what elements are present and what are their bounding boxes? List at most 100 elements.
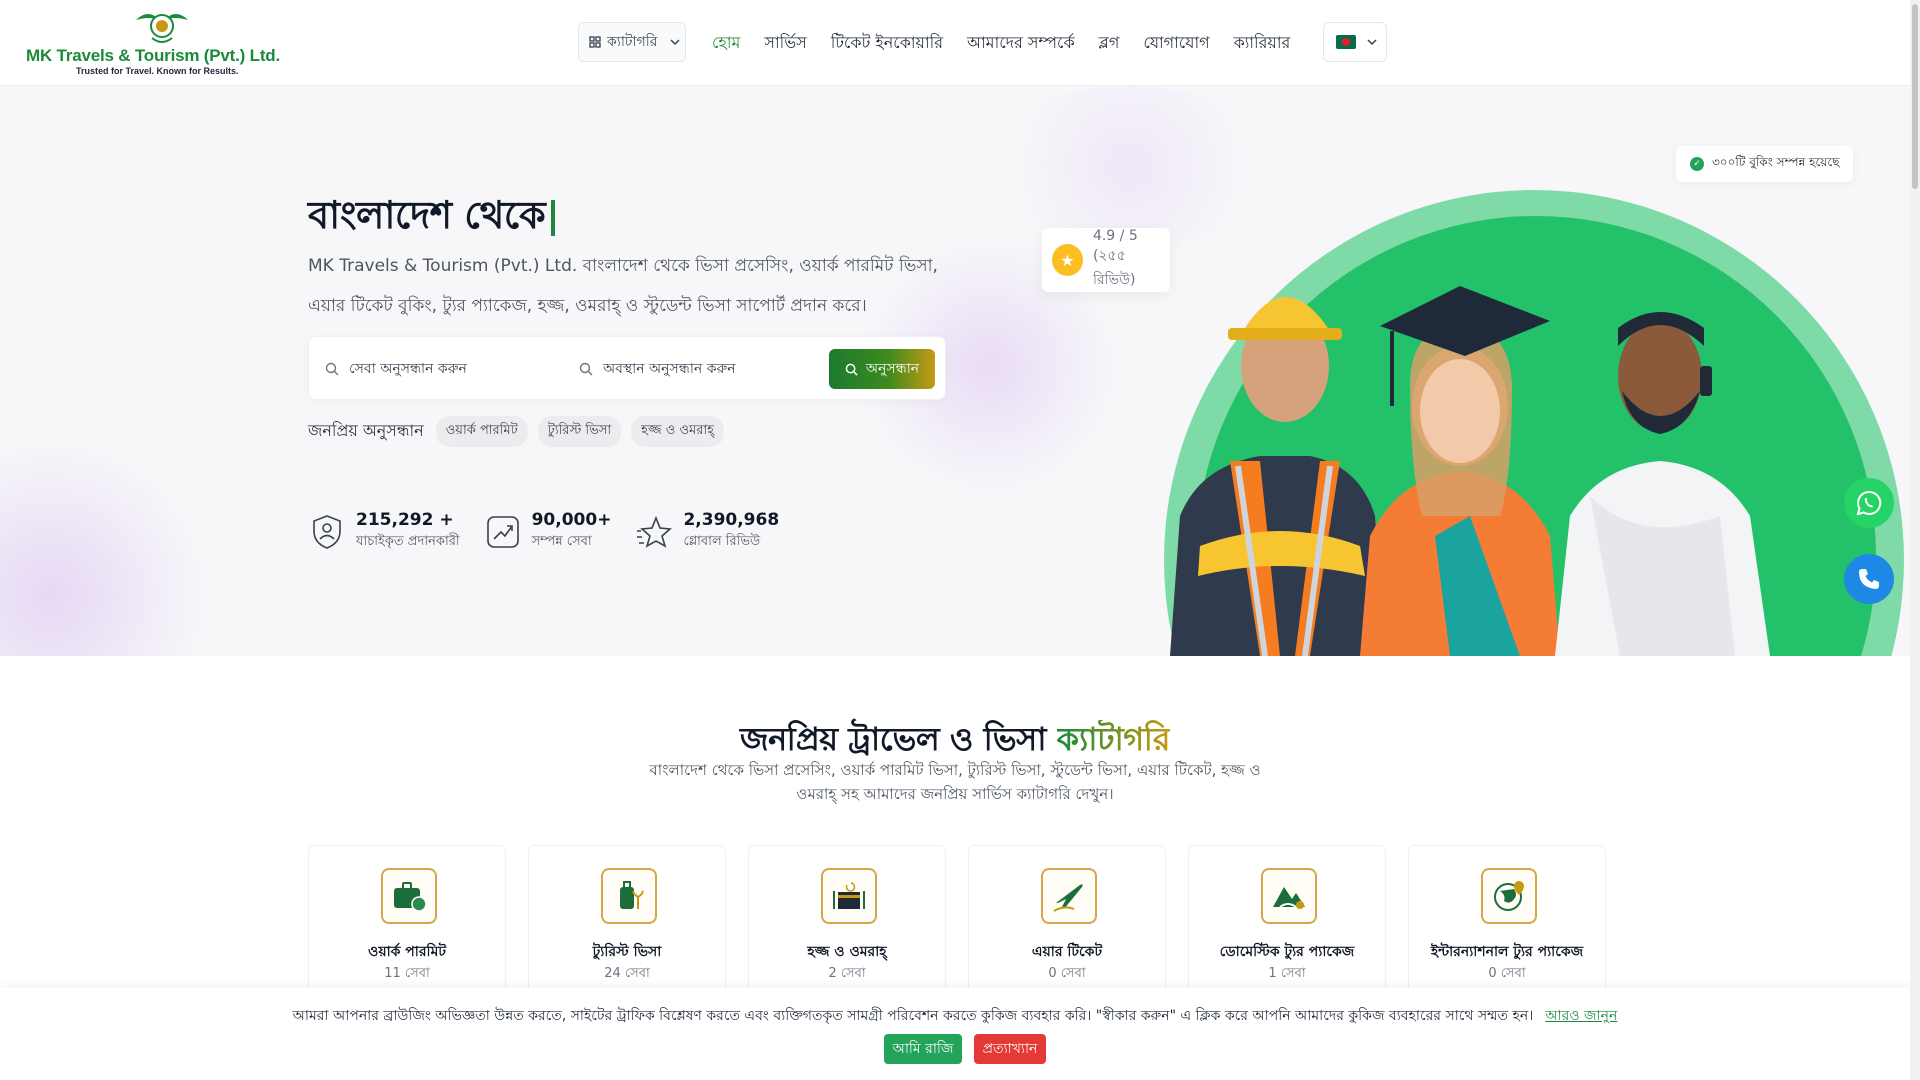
location-search-field[interactable]: অবস্থান অনুসন্ধান করুন	[579, 357, 736, 381]
nav-about[interactable]: আমাদের সম্পর্কে	[967, 30, 1075, 57]
search-bar: সেবা অনুসন্ধান করুন অবস্থান অনুসন্ধান কর…	[308, 336, 946, 400]
stat-value: 90,000+	[531, 510, 612, 530]
cookie-banner: আমরা আপনার ব্রাউজিং অভিজ্ঞতা উন্নত করতে,…	[0, 988, 1910, 1080]
nav-ticket-inquiry[interactable]: টিকেট ইনকোয়ারি	[831, 30, 943, 57]
scrollbar-thumb[interactable]	[1912, 4, 1918, 189]
growth-chart-icon	[486, 515, 519, 548]
whatsapp-float-button[interactable]	[1844, 478, 1894, 528]
luggage-palm-icon	[601, 868, 657, 924]
category-card-air-ticket[interactable]: এয়ার টিকেট 0 সেবা	[968, 845, 1166, 1005]
phone-icon	[1859, 569, 1879, 589]
globe-pin-icon	[1481, 868, 1537, 924]
category-dropdown-button[interactable]: ক্যাটাগরি	[578, 22, 686, 62]
category-name: এয়ার টিকেট	[1031, 944, 1103, 960]
briefcase-globe-icon	[381, 868, 437, 924]
kaaba-icon	[821, 868, 877, 924]
location-search-placeholder: অবস্থান অনুসন্ধান করুন	[603, 361, 736, 377]
bookings-badge-text: ৩০০টি বুকিং সম্পন্ন হয়েছে	[1712, 155, 1840, 169]
site-logo[interactable]: MK Travels & Tourism (Pvt.) Ltd. Trusted…	[26, 6, 306, 78]
hero-title: বাংলাদেশ থেকে	[308, 186, 556, 250]
category-count: 2 সেবা	[828, 966, 866, 981]
grid-icon	[589, 36, 601, 48]
chevron-down-icon	[670, 39, 681, 46]
check-icon: ✓	[1690, 157, 1704, 171]
stat-caption: গ্লোবাল রিভিউ	[683, 534, 761, 549]
decor-blob	[0, 446, 220, 656]
stat-caption: যাচাইকৃত প্রদানকারী	[356, 534, 460, 549]
nav-home[interactable]: হোম	[712, 30, 740, 57]
hero-people-illustration	[1170, 286, 1770, 656]
category-count: 1 সেবা	[1268, 966, 1306, 981]
category-cards: ওয়ার্ক পারমিট 11 সেবা ট্যুরিস্ট ভিসা 24…	[308, 845, 1606, 1005]
stat-caption: সম্পন্ন সেবা	[531, 534, 592, 549]
service-search-field[interactable]: সেবা অনুসন্ধান করুন	[325, 357, 467, 381]
stat-services: 90,000+ সম্পন্ন সেবা	[484, 510, 612, 553]
category-name: ইন্টারন্যাশনাল ট্যুর প্যাকেজ	[1430, 944, 1584, 960]
bookings-badge: ✓ ৩০০টি বুকিং সম্পন্ন হয়েছে	[1676, 146, 1854, 182]
category-card-hajj-umrah[interactable]: হজ্জ ও ওমরাহ্ 2 সেবা	[748, 845, 946, 1005]
category-card-domestic-tour[interactable]: ডোমেস্টিক ট্যুর প্যাকেজ 1 সেবা	[1188, 845, 1386, 1005]
popular-chip[interactable]: হজ্জ ও ওমরাহ্	[631, 416, 724, 447]
language-selector[interactable]	[1323, 22, 1387, 62]
cookie-accept-button[interactable]: আমি রাজি	[884, 1034, 962, 1064]
cookie-message: আমরা আপনার ব্রাউজিং অভিজ্ঞতা উন্নত করতে,…	[292, 1008, 1618, 1024]
cookie-learn-more-link[interactable]: আরও জানুন	[1545, 1008, 1617, 1024]
chevron-down-icon	[1367, 39, 1377, 46]
nav-services[interactable]: সার্ভিস	[764, 30, 806, 57]
rating-value: 4.9 / 5	[1092, 228, 1138, 244]
airplane-icon	[1041, 868, 1097, 924]
star-outline-icon	[637, 515, 673, 548]
search-button[interactable]: অনুসন্ধান	[829, 349, 935, 389]
site-header: MK Travels & Tourism (Pvt.) Ltd. Trusted…	[0, 0, 1910, 86]
categories-subtitle: বাংলাদেশ থেকে ভিসা প্রসেসিং, ওয়ার্ক পার…	[649, 761, 1261, 803]
stat-providers: 215,292 + যাচাইকৃত প্রদানকারী	[308, 510, 460, 553]
category-card-tourist-visa[interactable]: ট্যুরিস্ট ভিসা 24 সেবা	[528, 845, 726, 1005]
worker-figure	[1170, 297, 1385, 656]
nav-career[interactable]: ক্যারিয়ার	[1234, 30, 1291, 57]
nav-blog[interactable]: ব্লগ	[1099, 30, 1120, 57]
whatsapp-icon	[1856, 490, 1882, 516]
main-nav: হোম সার্ভিস টিকেট ইনকোয়ারি আমাদের সম্পর…	[712, 30, 1290, 57]
search-icon	[579, 362, 593, 376]
category-count: 24 সেবা	[604, 966, 650, 981]
page-scrollbar[interactable]	[1910, 0, 1920, 1080]
student-figure	[1360, 286, 1560, 656]
category-count: 0 সেবা	[1488, 966, 1526, 981]
stat-value: 2,390,968	[683, 510, 780, 530]
logo-name: MK Travels & Tourism (Pvt.) Ltd.	[26, 46, 280, 65]
mountain-pin-icon	[1261, 868, 1317, 924]
search-button-label: অনুসন্ধান	[865, 361, 920, 377]
category-card-international-tour[interactable]: ইন্টারন্যাশনাল ট্যুর প্যাকেজ 0 সেবা	[1408, 845, 1606, 1005]
popular-label: জনপ্রিয় অনুসন্ধান	[308, 421, 424, 440]
bangladesh-flag-icon	[1336, 35, 1356, 49]
nav-contact[interactable]: যোগাযোগ	[1143, 30, 1209, 57]
stat-reviews: 2,390,968 গ্লোবাল রিভিউ	[635, 510, 779, 553]
popular-chip[interactable]: ট্যুরিস্ট ভিসা	[537, 416, 622, 447]
verified-user-icon	[313, 514, 341, 549]
search-icon	[325, 362, 339, 376]
phone-float-button[interactable]	[1844, 554, 1894, 604]
pilgrim-figure	[1555, 312, 1770, 656]
category-button-label: ক্যাটাগরি	[607, 34, 658, 50]
stat-value: 215,292 +	[356, 510, 454, 530]
category-card-work-permit[interactable]: ওয়ার্ক পারমিট 11 সেবা	[308, 845, 506, 1005]
popular-chip[interactable]: ওয়ার্ক পারমিট	[435, 416, 528, 447]
hero-description: MK Travels & Tourism (Pvt.) Ltd. বাংলাদে…	[308, 256, 938, 316]
category-name: ওয়ার্ক পারমিট	[368, 944, 446, 960]
star-icon: ★	[1052, 244, 1083, 276]
category-count: 0 সেবা	[1048, 966, 1086, 981]
category-name: ট্যুরিস্ট ভিসা	[592, 944, 662, 960]
category-count: 11 সেবা	[384, 966, 430, 981]
hero-section: বাংলাদেশ থেকে MK Travels & Tourism (Pvt.…	[0, 86, 1910, 656]
category-name: হজ্জ ও ওমরাহ্	[807, 944, 887, 960]
category-name: ডোমেস্টিক ট্যুর প্যাকেজ	[1219, 944, 1355, 960]
logo-emblem-icon	[136, 14, 188, 43]
rating-badge: ★ 4.9 / 5 (২৫৫ রিভিউ)	[1042, 228, 1170, 292]
rating-reviews: (২৫৫ রিভিউ)	[1092, 248, 1136, 288]
cookie-reject-button[interactable]: প্রত্যাখ্যান	[974, 1034, 1046, 1064]
service-search-placeholder: সেবা অনুসন্ধান করুন	[349, 361, 467, 377]
search-icon	[845, 363, 858, 376]
stats-row: 215,292 + যাচাইকৃত প্রদানকারী 90,000+ সম্প…	[308, 510, 779, 553]
logo-tagline: Trusted for Travel. Known for Results.	[76, 66, 239, 76]
popular-searches: জনপ্রিয় অনুসন্ধান ওয়ার্ক পারমিট ট্যুরি…	[308, 416, 724, 447]
